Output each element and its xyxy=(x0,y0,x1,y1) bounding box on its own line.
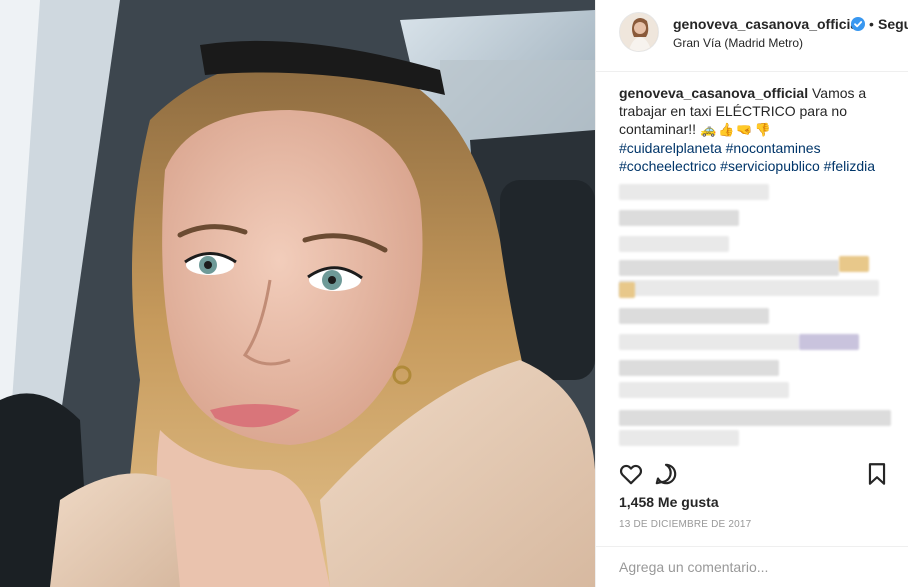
comment-icon[interactable] xyxy=(653,461,679,487)
heart-icon[interactable] xyxy=(618,461,644,487)
header-username[interactable]: genoveva_casanova_official xyxy=(673,16,862,32)
obscured-comment xyxy=(619,410,891,426)
obscured-comment xyxy=(619,236,729,252)
portrait-illustration xyxy=(0,0,595,587)
hashtag[interactable]: #nocontamines xyxy=(726,140,821,156)
post-location[interactable]: Gran Vía (Madrid Metro) xyxy=(673,36,803,50)
post-side-panel: genoveva_casanova_official • Segu Gran V… xyxy=(595,0,908,587)
obscured-emoji xyxy=(619,282,635,298)
follow-button[interactable]: Segu xyxy=(878,16,908,32)
obscured-comment xyxy=(619,210,739,226)
caption-emojis: 🚕👍🤜👎 xyxy=(699,122,773,137)
obscured-comment xyxy=(619,260,839,276)
obscured-comment xyxy=(619,280,879,296)
post-photo[interactable] xyxy=(0,0,595,587)
post-date[interactable]: 13 DE DICIEMBRE DE 2017 xyxy=(619,519,751,530)
post-actions xyxy=(596,456,908,496)
obscured-comment xyxy=(619,360,779,376)
obscured-comment xyxy=(619,382,789,398)
hashtag[interactable]: #felizdia xyxy=(824,158,875,174)
avatar[interactable] xyxy=(619,12,659,52)
add-comment-bar xyxy=(596,546,908,587)
verified-badge-icon xyxy=(851,17,865,31)
obscured-comment xyxy=(619,430,739,446)
bookmark-icon[interactable] xyxy=(864,461,890,487)
obscured-emoji xyxy=(799,334,859,350)
post-caption: genoveva_casanova_official Vamos a traba… xyxy=(619,84,891,175)
hashtag[interactable]: #cuidarelplaneta xyxy=(619,140,722,156)
avatar-image xyxy=(620,13,658,51)
likes-count[interactable]: 1,458 Me gusta xyxy=(619,494,719,510)
obscured-comment xyxy=(619,308,769,324)
obscured-comment xyxy=(619,184,769,200)
hashtag[interactable]: #cocheelectrico xyxy=(619,158,716,174)
obscured-comment xyxy=(619,334,799,350)
obscured-emoji xyxy=(839,256,869,272)
hashtag[interactable]: #serviciopublico xyxy=(720,158,820,174)
comments-list-obscured xyxy=(619,184,891,446)
instagram-post: genoveva_casanova_official • Segu Gran V… xyxy=(0,0,908,587)
comment-input[interactable] xyxy=(619,557,889,577)
separator-dot: • xyxy=(869,16,874,32)
post-header: genoveva_casanova_official • Segu Gran V… xyxy=(596,0,908,72)
caption-username[interactable]: genoveva_casanova_official xyxy=(619,85,808,101)
